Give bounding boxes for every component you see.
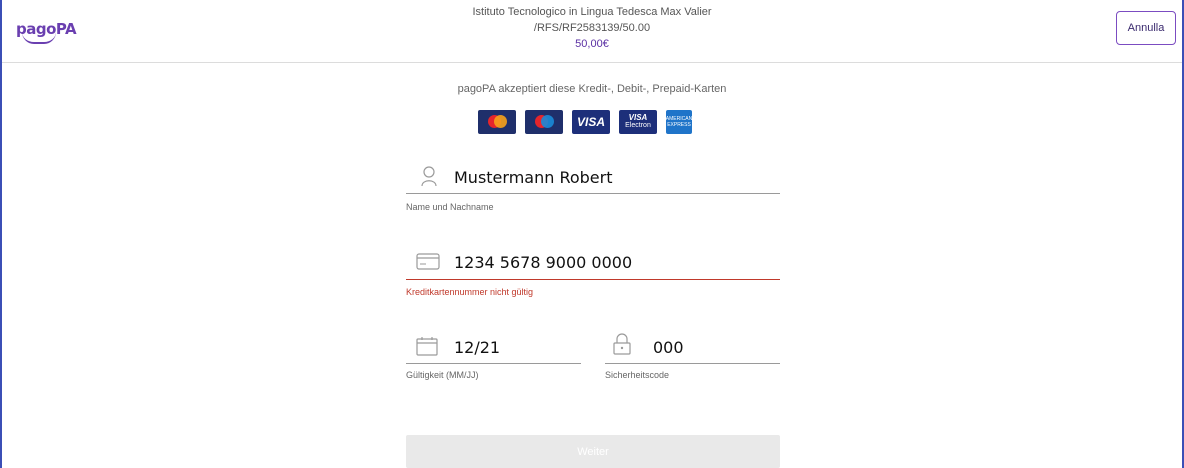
- header: pagoPA Istituto Tecnologico in Lingua Te…: [2, 0, 1182, 63]
- name-label: Name und Nachname: [406, 202, 494, 212]
- lock-icon: [613, 333, 631, 355]
- card-number-input[interactable]: 1234 5678 9000 0000: [454, 253, 632, 272]
- cvv-field[interactable]: 000: [605, 330, 780, 364]
- continue-button[interactable]: Weiter: [406, 435, 780, 468]
- cvv-label: Sicherheitscode: [605, 370, 670, 380]
- cvv-input[interactable]: 000: [653, 338, 684, 357]
- accepted-cards-text: pagoPA akzeptiert diese Kredit-, Debit-,…: [457, 83, 727, 95]
- payment-amount: 50,00€: [575, 38, 609, 50]
- card-logos: VISA VISA Electron AMERICAN EXPRESS: [478, 110, 692, 134]
- merchant-name: Istituto Tecnologico in Lingua Tedesca M…: [472, 6, 712, 18]
- american-express-icon: AMERICAN EXPRESS: [666, 110, 692, 134]
- maestro-icon: [525, 110, 563, 134]
- visa-icon: VISA: [572, 110, 610, 134]
- credit-card-icon: [416, 253, 440, 270]
- payment-info: Istituto Tecnologico in Lingua Tedesca M…: [2, 4, 1182, 52]
- expiry-label: Gültigkeit (MM/JJ): [406, 370, 479, 380]
- card-number-field[interactable]: 1234 5678 9000 0000: [406, 245, 780, 280]
- mastercard-icon: [478, 110, 516, 134]
- calendar-icon: [416, 337, 438, 356]
- visa-electron-icon: VISA Electron: [619, 110, 657, 134]
- user-icon: [421, 166, 437, 187]
- name-input[interactable]: Mustermann Robert: [454, 168, 613, 187]
- card-number-error: Kreditkartennummer nicht gültig: [406, 287, 534, 297]
- window-frame: [0, 0, 1184, 468]
- cancel-button[interactable]: Annulla: [1116, 11, 1176, 45]
- expiry-input[interactable]: 12/21: [454, 338, 500, 357]
- payment-reference: /RFS/RF2583139/50.00: [533, 22, 651, 34]
- name-field[interactable]: Mustermann Robert: [406, 160, 780, 194]
- expiry-field[interactable]: 12/21: [406, 330, 581, 364]
